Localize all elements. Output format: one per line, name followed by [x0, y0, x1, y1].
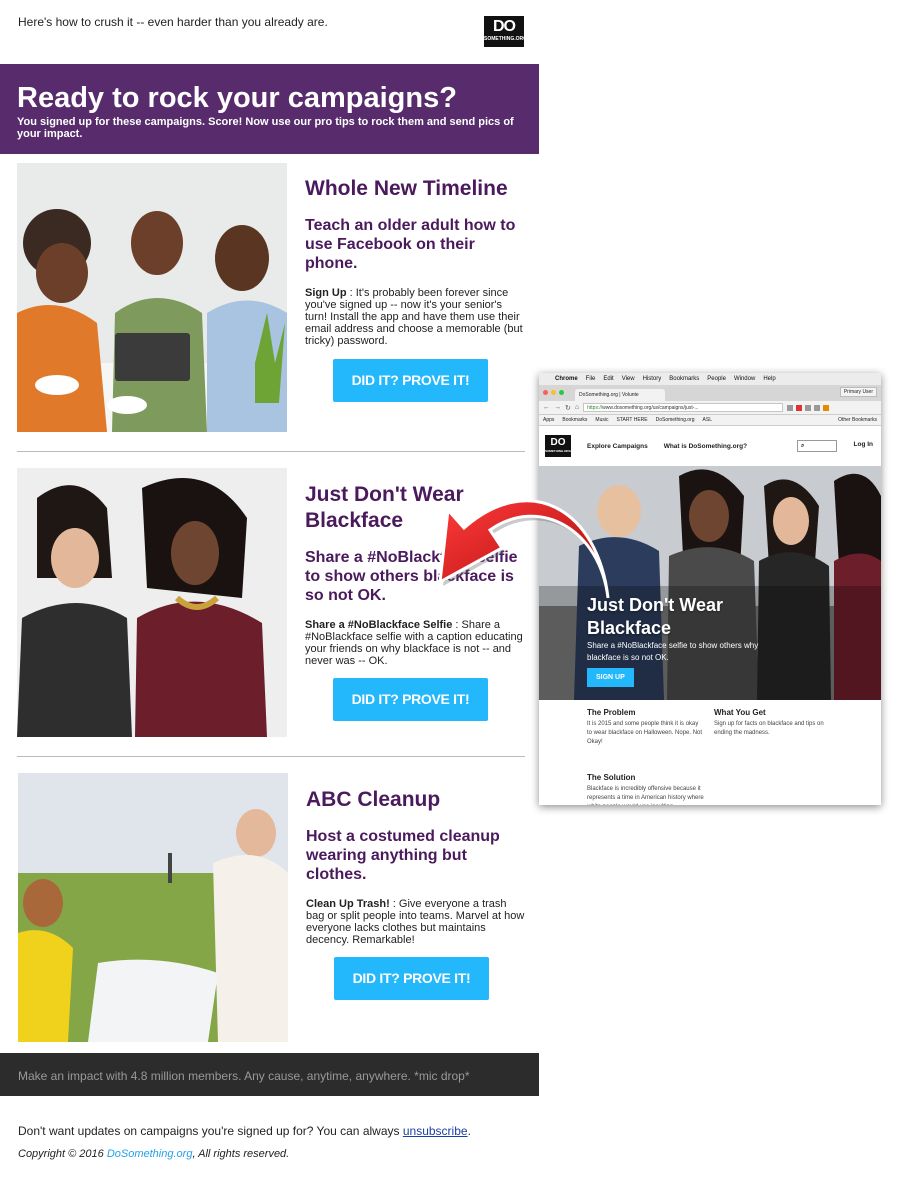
campaign-subtitle: Host a costumed cleanup wearing anything…: [306, 828, 500, 883]
dosomething-logo[interactable]: DO SOMETHING.ORG: [484, 16, 527, 47]
divider: [17, 451, 525, 452]
browser-url-row: ← → ↻ ⌂ https://www.dosomething.org/us/c…: [539, 401, 881, 415]
bookmark-item: ASL: [702, 417, 712, 423]
campaign-body: Clean Up Trash! : Give everyone a trash …: [306, 898, 525, 946]
home-icon: ⌂: [574, 404, 580, 411]
reload-icon: ↻: [565, 404, 571, 412]
dosomething-link[interactable]: DoSomething.org: [107, 1148, 193, 1160]
campaign-subtitle: Teach an older adult how to use Facebook…: [305, 217, 516, 272]
menu-app-name: Chrome: [555, 376, 578, 382]
preheader-text: Here's how to crush it -- even harder th…: [18, 15, 328, 29]
bookmark-item: Other Bookmarks: [838, 417, 877, 423]
hero-banner: Ready to rock your campaigns? You signed…: [0, 64, 539, 154]
back-icon: ←: [543, 404, 550, 411]
primary-user-badge: Primary User: [839, 387, 877, 397]
bookmark-item: Apps: [543, 417, 555, 423]
bookmark-item: DoSomething.org: [655, 417, 695, 423]
hero-title: Ready to rock your campaigns?: [17, 82, 457, 114]
forward-icon: →: [554, 404, 561, 411]
copyright: Copyright © 2016 DoSomething.org, All ri…: [18, 1148, 290, 1160]
what-you-get-heading: What You Get: [714, 708, 766, 717]
campaign-photo-seniors-tablet: [17, 163, 287, 432]
unsubscribe-link[interactable]: unsubscribe: [403, 1124, 468, 1138]
prove-it-button[interactable]: DID IT? PROVE IT!: [333, 359, 488, 402]
bookmark-item: START HERE: [616, 417, 648, 423]
hero-subtitle: You signed up for these campaigns. Score…: [17, 116, 514, 140]
search-icon: ⌕: [797, 440, 837, 452]
footer-tagline-bar: Make an impact with 4.8 million members.…: [0, 1053, 539, 1096]
menu-item: Window: [733, 376, 756, 382]
menu-item: Bookmarks: [669, 376, 700, 382]
unsubscribe-line: Don't want updates on campaigns you're s…: [18, 1124, 471, 1138]
site-logo: DO SOMETHING.ORG: [545, 435, 571, 457]
problem-heading: The Problem: [587, 708, 636, 717]
campaign-photo-blackface: [17, 468, 287, 737]
menu-item: View: [621, 376, 635, 382]
menu-item: Help: [763, 376, 776, 382]
solution-text: Blackface is incredibly offensive becaus…: [587, 786, 704, 805]
nav-what: What is DoSomething.org?: [663, 442, 748, 450]
site-signup-button: SIGN UP: [587, 668, 634, 687]
nav-explore: Explore Campaigns: [587, 442, 648, 450]
menu-item: People: [707, 376, 726, 382]
campaign-body: Share a #NoBlackface Selfie : Share a #N…: [305, 619, 523, 667]
campaign-photo-cleanup: [18, 773, 288, 1042]
site-hero-subtitle: Share a #NoBlackface selfie to show othe…: [587, 641, 759, 662]
browser-tab-row: DoSomething.org | Volunte Primary User: [539, 385, 881, 401]
menu-item: File: [585, 376, 596, 382]
footer-tagline: Make an impact with 4.8 million members.…: [18, 1069, 470, 1083]
campaign-body: Sign Up : It's probably been forever sin…: [305, 287, 523, 347]
divider: [17, 756, 525, 757]
bookmark-item: Music: [595, 417, 609, 423]
prove-it-button[interactable]: DID IT? PROVE IT!: [333, 678, 488, 721]
browser-tab: DoSomething.org | Volunte: [575, 389, 665, 401]
campaign-3-text: ABC Cleanup Host a costumed cleanup wear…: [306, 787, 526, 946]
window-controls: [543, 390, 564, 395]
solution-heading: The Solution: [587, 773, 636, 782]
site-hero-title: Just Don't Wear Blackface: [587, 595, 723, 638]
campaign-1-text: Whole New Timeline Teach an older adult …: [305, 176, 525, 347]
campaign-title: Whole New Timeline: [305, 177, 508, 200]
bookmarks-bar: Apps Bookmarks Music START HERE DoSometh…: [539, 415, 881, 426]
problem-text: It is 2015 and some people think it is o…: [587, 721, 703, 745]
mac-menu-bar: Chrome File Edit View History Bookmarks …: [539, 373, 881, 385]
extension-icons: [787, 404, 830, 411]
site-nav: DO SOMETHING.ORG Explore Campaigns What i…: [539, 426, 881, 466]
address-bar: https://www.dosomething.org/us/campaigns…: [583, 403, 784, 412]
menu-item: History: [642, 376, 662, 382]
nav-login: Log In: [853, 441, 874, 448]
prove-it-button[interactable]: DID IT? PROVE IT!: [334, 957, 489, 1000]
bookmark-item: Bookmarks: [562, 417, 588, 423]
what-you-get-text: Sign up for facts on blackface and tips …: [714, 721, 824, 736]
campaign-title: ABC Cleanup: [306, 788, 441, 811]
menu-item: Edit: [603, 376, 614, 382]
red-arrow-icon: [438, 499, 610, 599]
